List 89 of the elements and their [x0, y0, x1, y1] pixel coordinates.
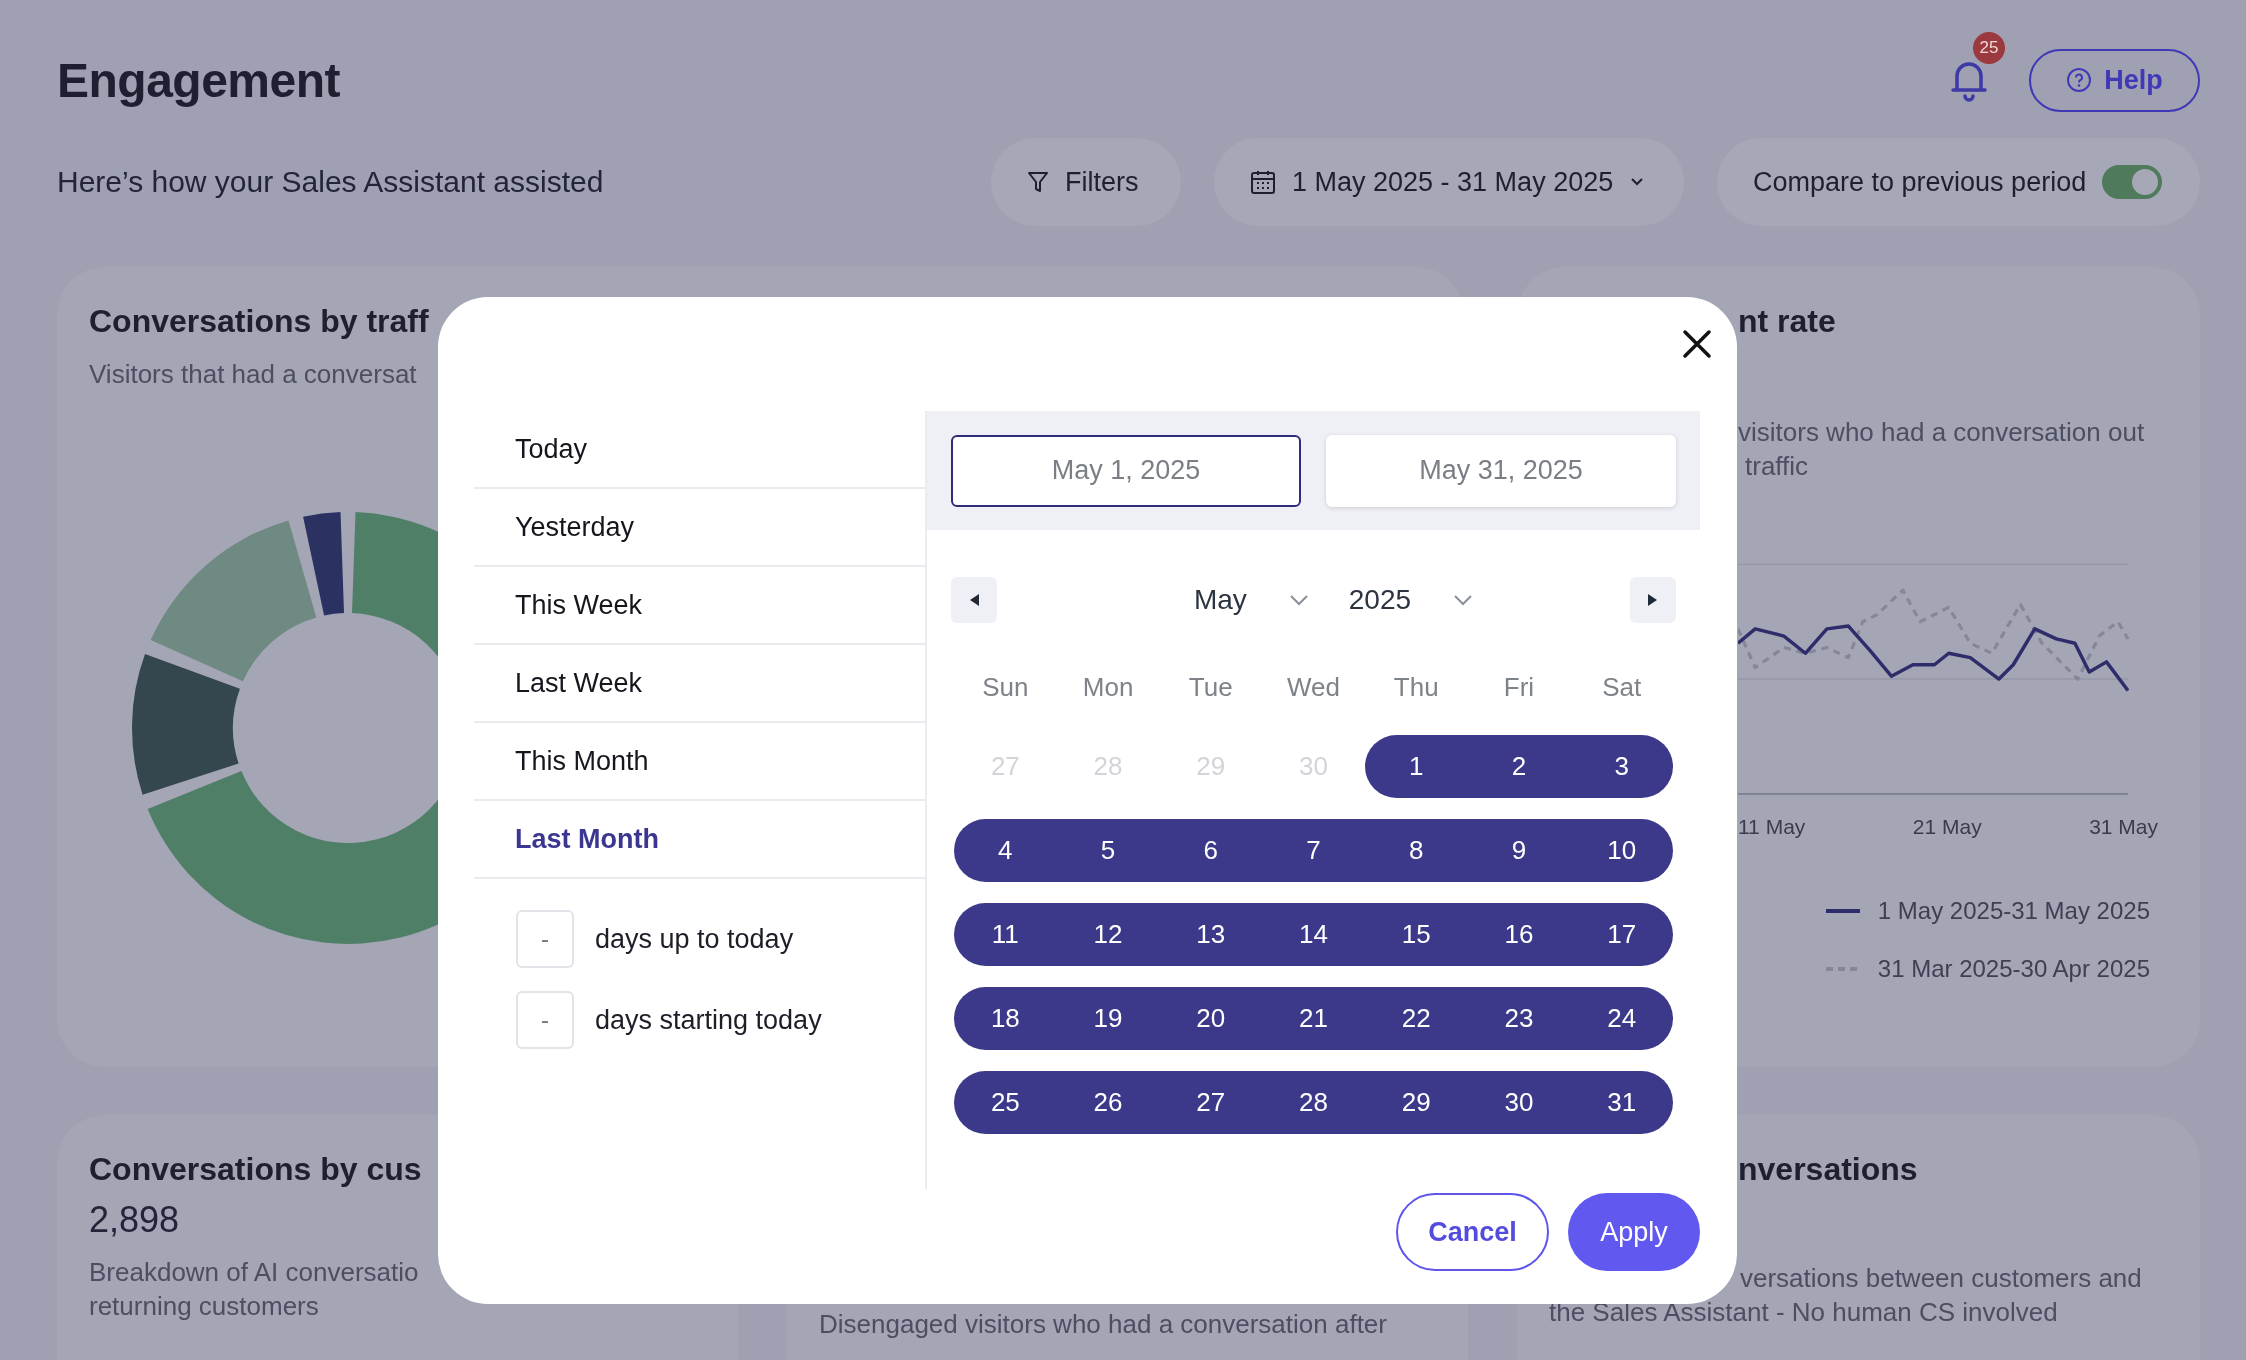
weekday-label: Sat [1601, 670, 1643, 704]
day-cell[interactable]: 27 [1159, 1071, 1263, 1134]
solid-line-icon [1825, 908, 1860, 914]
dashed-line-icon [1825, 966, 1860, 972]
days-field[interactable]: - [516, 910, 574, 968]
next-month-button[interactable] [1630, 577, 1676, 623]
filter-icon [1027, 170, 1049, 194]
card-title: Conversations by traff [89, 302, 430, 341]
weekday-label: Tue [1187, 670, 1234, 704]
weekday-label: Fri [1502, 670, 1536, 704]
card-description: Breakdown of AI conversatio [89, 1256, 420, 1289]
day-cell[interactable]: 1 [1364, 735, 1468, 798]
card-description: Visitors that had a conversat [89, 358, 418, 391]
day-cell[interactable]: 9 [1467, 819, 1571, 882]
day-cell[interactable]: 2 [1467, 735, 1571, 798]
help-icon [2066, 67, 2093, 93]
weekday-label: Thu [1392, 670, 1440, 704]
day-cell[interactable]: 31 [1570, 1071, 1673, 1134]
day-cell[interactable]: 17 [1570, 903, 1673, 966]
day-cell[interactable]: 29 [1364, 1071, 1468, 1134]
card-value: 2,898 [89, 1199, 181, 1241]
axis-label: 31 May [2089, 815, 2158, 839]
day-cell[interactable]: 12 [1056, 903, 1160, 966]
cancel-button[interactable]: Cancel [1396, 1193, 1549, 1271]
toggle-switch[interactable] [2102, 165, 2163, 199]
card-title: nversations [1738, 1150, 1919, 1189]
day-cell[interactable]: 10 [1570, 819, 1673, 882]
end-date-field[interactable]: May 31, 2025 [1326, 434, 1676, 507]
preset-option[interactable]: Today [474, 411, 925, 489]
page-title: Engagement [57, 52, 341, 108]
day-cell[interactable]: 8 [1364, 819, 1468, 882]
day-cell[interactable]: 28 [1262, 1071, 1365, 1134]
legend-label: 1 May 2025-31 May 2025 [1877, 897, 2150, 925]
calendar-icon [1250, 169, 1276, 195]
day-cell[interactable]: 22 [1364, 987, 1468, 1050]
day-cell[interactable]: 19 [1056, 987, 1160, 1050]
preset-option[interactable]: This Month [474, 723, 925, 801]
day-cell[interactable]: 20 [1159, 987, 1263, 1050]
day-cell[interactable]: 18 [954, 987, 1057, 1050]
day-cell[interactable]: 24 [1570, 987, 1673, 1050]
card-description: Disengaged visitors who had a conversation after [819, 1311, 1388, 1338]
day-cell[interactable]: 23 [1467, 987, 1571, 1050]
compare-label: Compare to previous period [1753, 166, 2087, 198]
weekday-label: Mon [1081, 670, 1135, 704]
axis-label: 21 May [1912, 815, 1982, 839]
apply-button[interactable]: Apply [1568, 1193, 1700, 1271]
weekday-label: Wed [1286, 670, 1341, 704]
date-range-button[interactable]: 1 May 2025 - 31 May 2025 [1214, 138, 1684, 226]
month-select[interactable]: May [1193, 584, 1309, 616]
preset-option[interactable]: Last Week [474, 645, 925, 723]
days-label: days up to today [595, 923, 794, 955]
filters-button[interactable]: Filters [991, 138, 1181, 226]
chevron-down-icon [1288, 594, 1309, 606]
day-cell[interactable]: 7 [1262, 819, 1365, 882]
day-cell[interactable]: 25 [954, 1071, 1057, 1134]
page-subtitle: Here’s how your Sales Assistant assisted [57, 165, 604, 199]
preset-option[interactable]: Last Month [474, 801, 925, 879]
previous-month-button[interactable] [951, 577, 997, 623]
preset-option[interactable]: This Week [474, 567, 925, 645]
legend-label: 31 Mar 2025-30 Apr 2025 [1877, 955, 2150, 983]
card-description: returning customers [89, 1290, 320, 1323]
day-cell[interactable]: 26 [1056, 1071, 1160, 1134]
notification-badge: 25 [1973, 32, 2005, 64]
day-cell[interactable]: 11 [954, 903, 1057, 966]
day-cell[interactable]: 4 [954, 819, 1057, 882]
weekday-label: Sun [981, 670, 1030, 704]
day-cell[interactable]: 5 [1056, 819, 1160, 882]
day-cell[interactable]: 6 [1159, 819, 1263, 882]
card-description: versations between customers and [1740, 1262, 2143, 1295]
day-cell[interactable]: 15 [1364, 903, 1468, 966]
start-date-field[interactable]: May 1, 2025 [951, 434, 1301, 507]
card-title: nt rate [1738, 302, 1837, 341]
day-cell[interactable]: 16 [1467, 903, 1571, 966]
day-cell[interactable]: 14 [1262, 903, 1365, 966]
chevron-down-icon [1453, 594, 1474, 606]
card-description: visitors who had a conversation out [1738, 416, 2146, 449]
card-description: traffic [1745, 450, 1810, 483]
days-field[interactable]: - [516, 991, 574, 1049]
day-cell[interactable]: 30 [1467, 1071, 1571, 1134]
card-title: Conversations by cus [89, 1150, 423, 1189]
day-cell[interactable]: 3 [1570, 735, 1673, 798]
card-description: the Sales Assistant - No human CS involved [1549, 1296, 2059, 1329]
day-cell[interactable]: 13 [1159, 903, 1263, 966]
year-select[interactable]: 2025 [1348, 584, 1474, 616]
caret-icon [1629, 177, 1646, 187]
preset-option[interactable]: Yesterday [474, 489, 925, 567]
axis-label: 11 May [1738, 815, 1806, 839]
days-label: days starting today [595, 1004, 822, 1036]
day-cell[interactable]: 21 [1262, 987, 1365, 1050]
